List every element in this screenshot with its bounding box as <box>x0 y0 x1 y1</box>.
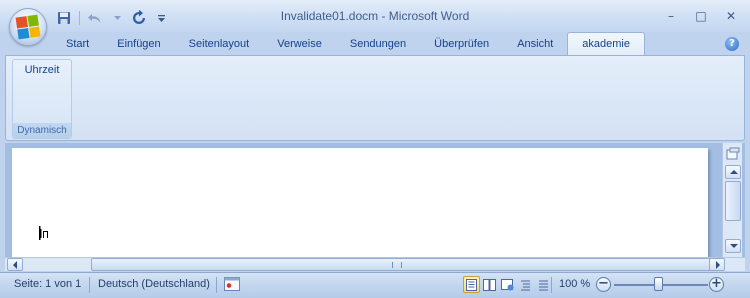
horizontal-scroll-thumb[interactable] <box>91 258 711 271</box>
maximize-button[interactable]: □ <box>686 6 716 26</box>
ribbon: Uhrzeit Dynamisch <box>5 55 745 141</box>
view-buttons <box>463 276 552 293</box>
word-window: Invalidate01.docm - Microsoft Word – □ ✕… <box>0 0 750 298</box>
scroll-up-button[interactable] <box>725 165 741 179</box>
minimize-button[interactable]: – <box>656 6 686 26</box>
office-button[interactable] <box>9 8 47 46</box>
tab-sendungen[interactable]: Sendungen <box>336 33 420 55</box>
zoom-slider-thumb[interactable] <box>654 277 663 291</box>
ruler-toggle-icon[interactable] <box>726 147 740 161</box>
zoom-level[interactable]: 100 % <box>559 278 590 290</box>
print-layout-icon[interactable] <box>463 276 480 293</box>
document-page[interactable] <box>12 148 708 257</box>
close-button[interactable]: ✕ <box>716 6 746 26</box>
document-area <box>5 143 745 257</box>
zoom-out-button[interactable]: − <box>596 277 611 292</box>
window-title: Invalidate01.docm - Microsoft Word <box>280 9 470 23</box>
ribbon-group-dynamisch: Uhrzeit Dynamisch <box>12 59 72 139</box>
page-counter[interactable]: Seite: 1 von 1 <box>14 278 81 290</box>
office-logo-icon <box>15 14 41 40</box>
ribbon-tabs: Start Einfügen Seitenlayout Verweise Sen… <box>52 32 645 55</box>
status-separator <box>216 277 217 293</box>
status-separator <box>89 277 90 293</box>
tab-ansicht[interactable]: Ansicht <box>503 33 567 55</box>
help-icon[interactable]: ? <box>725 37 739 51</box>
vertical-scroll-thumb[interactable] <box>725 181 741 221</box>
text-cursor-icon <box>39 226 49 240</box>
status-separator <box>551 277 552 293</box>
tab-ueberpruefen[interactable]: Überprüfen <box>420 33 503 55</box>
scroll-left-button[interactable] <box>7 258 23 271</box>
horizontal-scrollbar[interactable] <box>5 257 745 271</box>
language-indicator[interactable]: Deutsch (Deutschland) <box>98 278 210 290</box>
web-layout-icon[interactable] <box>499 276 516 293</box>
tab-seitenlayout[interactable]: Seitenlayout <box>175 33 264 55</box>
vertical-scrollbar[interactable] <box>722 143 742 257</box>
tab-einfuegen[interactable]: Einfügen <box>103 33 174 55</box>
tab-start[interactable]: Start <box>52 33 103 55</box>
tab-verweise[interactable]: Verweise <box>263 33 336 55</box>
outline-view-icon[interactable] <box>517 276 534 293</box>
scroll-down-button[interactable] <box>725 239 741 253</box>
scroll-right-button[interactable] <box>709 258 725 271</box>
window-controls: – □ ✕ <box>656 6 746 26</box>
zoom-in-button[interactable]: + <box>709 277 724 292</box>
title-bar: Invalidate01.docm - Microsoft Word – □ ✕ <box>0 0 750 32</box>
draft-view-icon[interactable] <box>535 276 552 293</box>
ribbon-group-label: Dynamisch <box>13 123 71 138</box>
full-screen-reading-icon[interactable] <box>481 276 498 293</box>
macro-record-icon[interactable] <box>224 277 240 291</box>
status-bar: Seite: 1 von 1 Deutsch (Deutschland) 100… <box>0 272 750 298</box>
tab-akademie[interactable]: akademie <box>567 32 645 55</box>
uhrzeit-button[interactable]: Uhrzeit <box>13 64 71 76</box>
